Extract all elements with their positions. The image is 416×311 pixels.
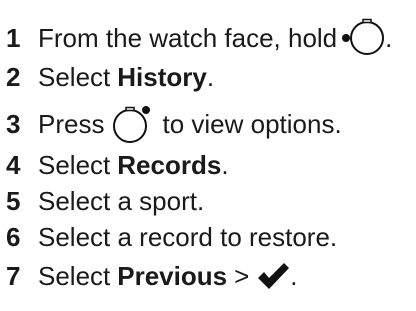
step-text: Select a sport. — [38, 186, 205, 216]
step-2: 2 Select History . — [0, 57, 416, 97]
step-text-before: Select — [38, 62, 111, 92]
step-text-before: Select — [38, 261, 111, 291]
menu-item-records: Records — [117, 150, 222, 180]
step-number: 5 — [6, 186, 21, 216]
step-number: 4 — [6, 150, 21, 180]
menu-item-history: History — [117, 62, 207, 92]
checkmark-icon — [258, 263, 290, 289]
step-text-before: From the watch face, hold — [38, 23, 338, 53]
step-text: Select a record to restore. — [38, 222, 338, 252]
step-4: 4 Select Records . — [0, 145, 416, 185]
step-text-before: Select — [38, 150, 111, 180]
watch-button-top-right-dot-icon — [113, 106, 151, 143]
step-6: 6 Select a record to restore. — [0, 217, 416, 257]
step-1: 1 From the watch face, hold . — [0, 18, 416, 58]
step-number: 6 — [6, 222, 21, 252]
step-text-after: . — [206, 62, 215, 92]
step-7: 7 Select Previous > . — [0, 256, 416, 296]
separator: > — [234, 261, 250, 291]
step-text-after: . — [385, 23, 393, 53]
step-text: Select Previous > . — [38, 261, 298, 291]
watch-button-left-dot-icon — [342, 18, 385, 55]
step-text-after: . — [290, 261, 298, 291]
step-number: 3 — [6, 109, 21, 139]
step-number: 1 — [6, 23, 21, 53]
step-text-before: Press — [38, 109, 105, 139]
step-text-after: . — [221, 150, 229, 180]
step-text: From the watch face, hold . — [38, 18, 392, 58]
step-text: Select Records . — [38, 152, 229, 178]
step-number: 2 — [6, 62, 21, 92]
step-text-after: to view options. — [162, 109, 342, 139]
step-5: 5 Select a sport. — [0, 181, 416, 221]
step-text: Press to view options. — [38, 102, 342, 146]
step-number: 7 — [6, 261, 21, 291]
menu-item-previous: Previous — [117, 261, 228, 291]
step-text: Select History . — [38, 64, 214, 90]
instruction-steps: 1 From the watch face, hold . 2 Select H… — [0, 0, 416, 311]
step-3: 3 Press to view options. — [0, 104, 416, 144]
